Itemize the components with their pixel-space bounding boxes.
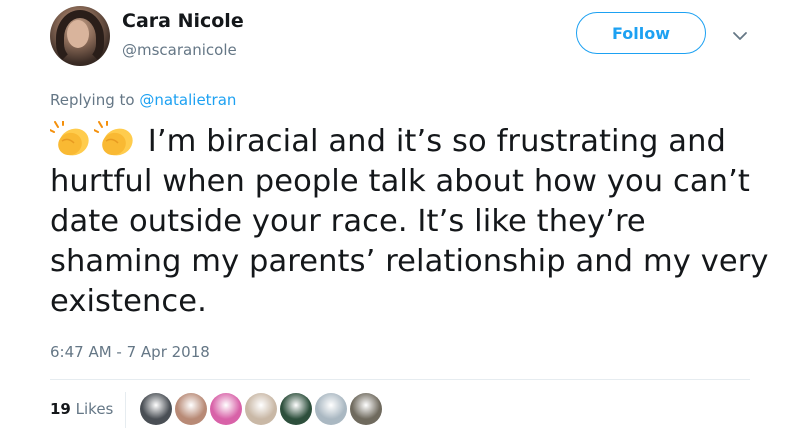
clapping-hands-emoji-icon bbox=[50, 121, 89, 156]
tweet-body-text: I’m biracial and it’s so frustrating and… bbox=[50, 124, 769, 319]
likes-number: 19 bbox=[50, 400, 71, 418]
liker-avatar-4[interactable] bbox=[245, 393, 277, 425]
stats-divider bbox=[50, 379, 750, 380]
tweet-text: I’m biracial and it’s so frustrating and… bbox=[50, 121, 770, 322]
chevron-down-icon[interactable] bbox=[730, 26, 750, 46]
tweet-timestamp[interactable]: 6:47 AM - 7 Apr 2018 bbox=[50, 343, 210, 361]
avatar-face-shape bbox=[67, 20, 89, 48]
replying-to-handle-link[interactable]: @natalietran bbox=[139, 91, 236, 109]
author-display-name[interactable]: Cara Nicole bbox=[122, 10, 244, 32]
liker-avatar-3[interactable] bbox=[210, 393, 242, 425]
liker-avatar-1[interactable] bbox=[140, 393, 172, 425]
replying-to: Replying to @natalietran bbox=[50, 91, 236, 109]
likes-count[interactable]: 19 Likes bbox=[50, 400, 113, 418]
likes-separator bbox=[125, 392, 126, 428]
liker-avatar-2[interactable] bbox=[175, 393, 207, 425]
clapping-hands-emoji-icon bbox=[94, 121, 133, 156]
likes-label: Likes bbox=[75, 400, 114, 418]
tweet-card: Cara Nicole @mscaranicole Follow Replyin… bbox=[0, 0, 800, 434]
liker-avatar-7[interactable] bbox=[350, 393, 382, 425]
liker-avatar-6[interactable] bbox=[315, 393, 347, 425]
author-handle[interactable]: @mscaranicole bbox=[122, 41, 237, 59]
follow-button[interactable]: Follow bbox=[576, 12, 706, 54]
replying-to-prefix: Replying to bbox=[50, 91, 140, 109]
author-avatar[interactable] bbox=[50, 6, 110, 66]
liker-avatar-5[interactable] bbox=[280, 393, 312, 425]
